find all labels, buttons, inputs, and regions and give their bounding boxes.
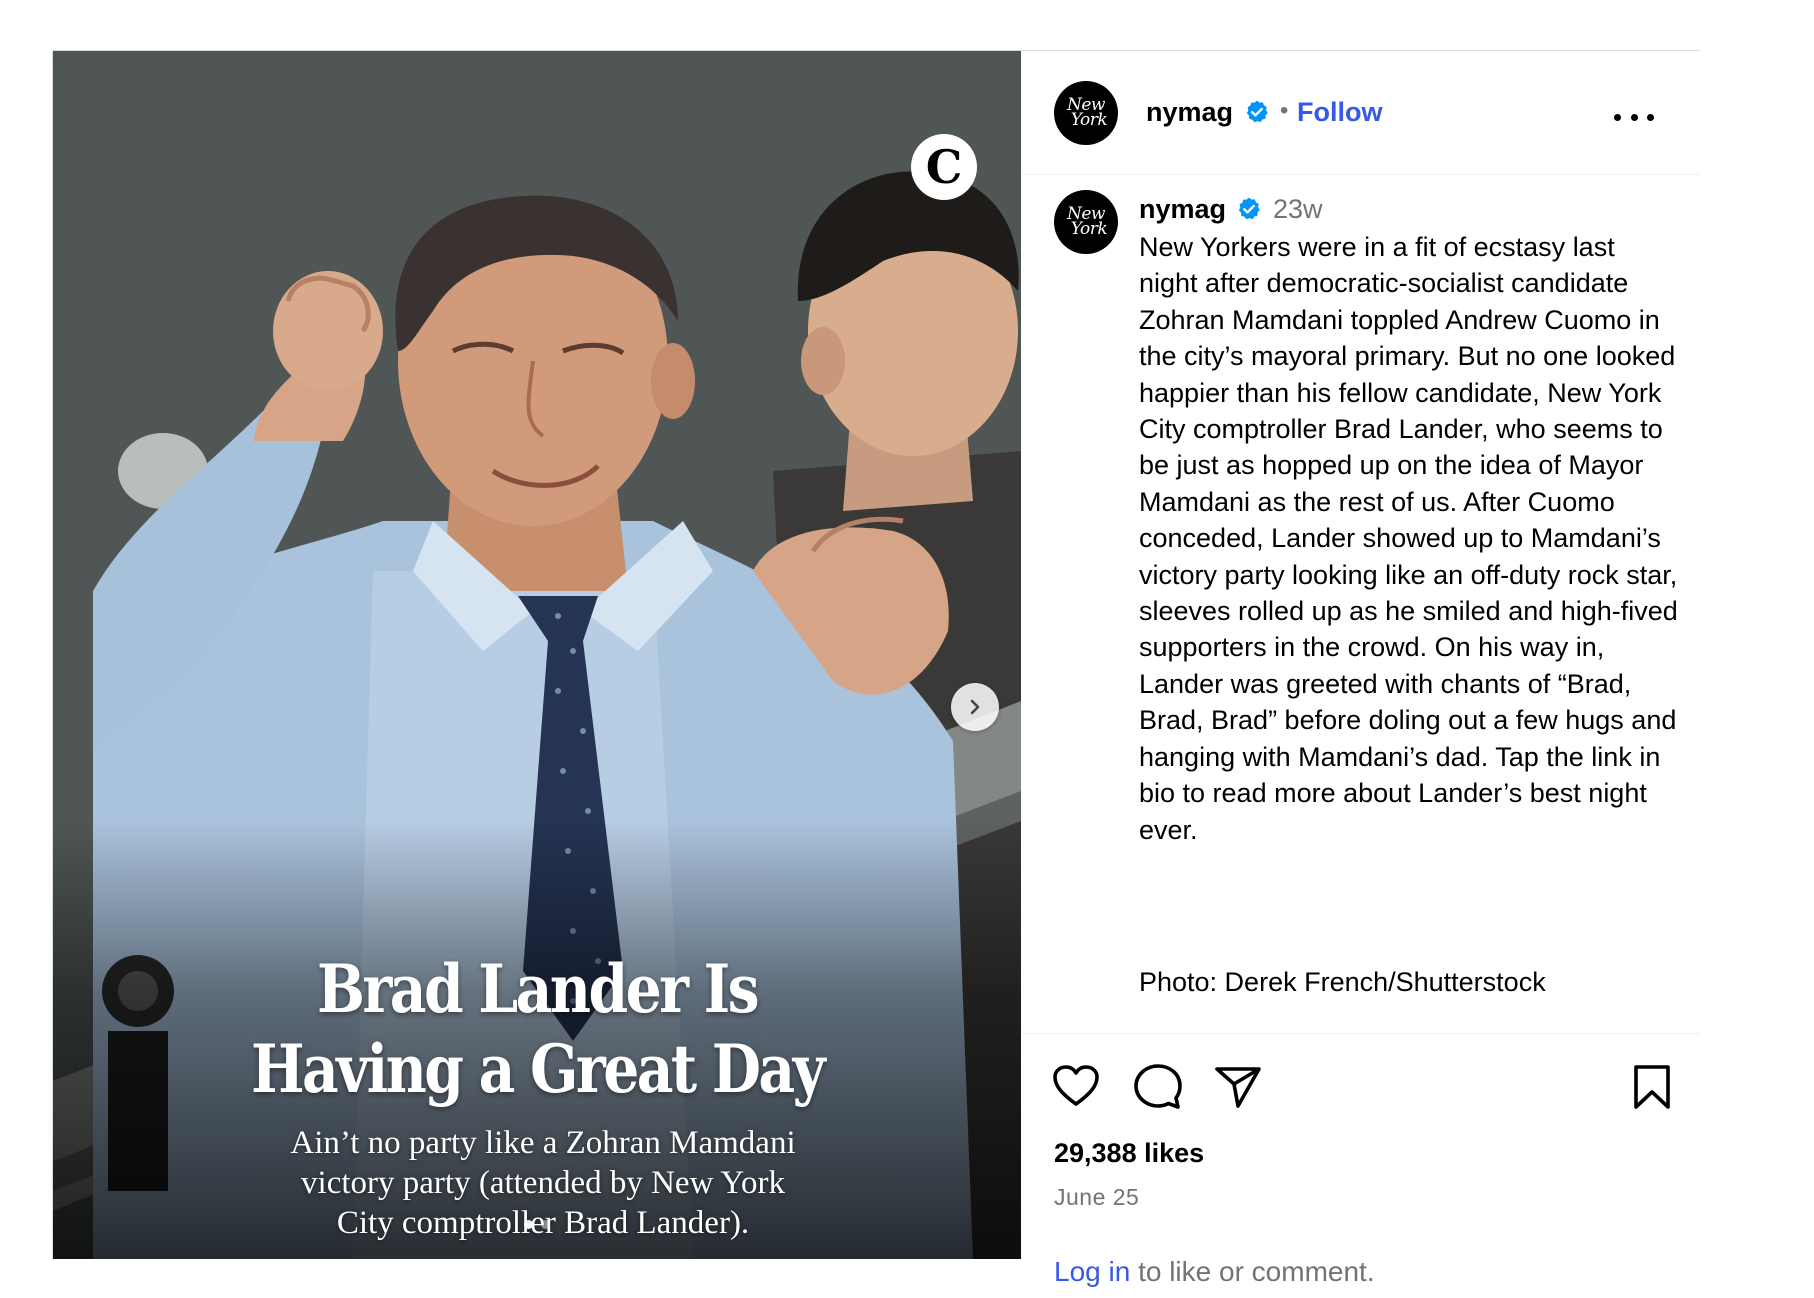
username-link[interactable]: nymag (1146, 97, 1233, 128)
post-header: New York nymag • Follow (1022, 51, 1700, 175)
login-prompt-text: to like or comment. (1130, 1256, 1375, 1287)
post-card: C Brad Lander Is Having a Great Day Ain’… (52, 50, 1700, 1287)
carousel-dot (524, 1220, 533, 1229)
media-headline-line-2: Having a Great Day (250, 1030, 826, 1108)
avatar-text-line: York (1070, 110, 1108, 130)
carousel-dot (541, 1220, 550, 1229)
like-count[interactable]: 29,388 likes (1054, 1138, 1204, 1169)
follow-button[interactable]: Follow (1297, 97, 1382, 128)
caption-section: New York nymag 23w New Yorkers were in a… (1022, 176, 1700, 1032)
caption-photo-credit: Photo: Derek French/Shutterstock (1139, 967, 1546, 997)
more-options-icon[interactable] (1614, 107, 1654, 127)
post-media[interactable]: C Brad Lander Is Having a Great Day Ain’… (53, 51, 1021, 1259)
carousel-dots (53, 1220, 1021, 1229)
login-prompt: Log in to like or comment. (1054, 1256, 1375, 1288)
action-bar: 29,388 likes June 25 Log in to like or c… (1022, 1033, 1700, 1287)
caption-username-link[interactable]: nymag (1139, 194, 1226, 225)
media-headline-line-1: Brad Lander Is (317, 950, 759, 1028)
separator-dot: • (1280, 97, 1289, 124)
bookmark-icon[interactable] (1632, 1064, 1672, 1110)
chevron-right-icon (970, 699, 980, 715)
avatar[interactable]: New York (1054, 190, 1118, 254)
post-date[interactable]: June 25 (1054, 1184, 1139, 1211)
heart-icon[interactable] (1052, 1064, 1100, 1108)
avatar-text-line: York (1070, 219, 1108, 239)
brand-badge: C (911, 134, 977, 200)
login-link[interactable]: Log in (1054, 1256, 1130, 1287)
next-slide-button[interactable] (951, 683, 999, 731)
verified-badge-icon (1246, 100, 1268, 123)
avatar[interactable]: New York (1054, 81, 1118, 145)
verified-badge-icon (1238, 197, 1260, 220)
caption-text: New Yorkers were in a fit of ecstasy las… (1139, 232, 1678, 845)
comment-icon[interactable] (1134, 1064, 1182, 1110)
share-icon[interactable] (1214, 1064, 1262, 1110)
media-headline: Brad Lander Is Having a Great Day (121, 949, 953, 1109)
post-side-panel: New York nymag • Follow New York nymag 2… (1022, 51, 1700, 1287)
caption-timestamp[interactable]: 23w (1273, 194, 1323, 225)
